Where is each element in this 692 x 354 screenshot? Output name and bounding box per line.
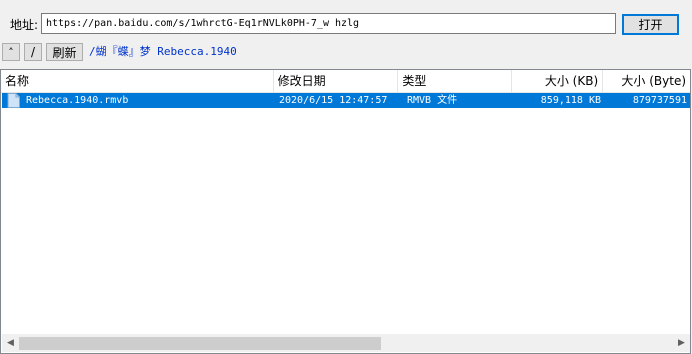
current-path[interactable]: /蝴『蝶』梦 Rebecca.1940 — [89, 43, 237, 61]
file-list[interactable]: 名称 修改日期 类型 大小 (KB) 大小 (Byte) Rebecca.194… — [0, 69, 691, 354]
refresh-button[interactable]: 刷新 — [46, 43, 83, 61]
column-header-size-kb[interactable]: 大小 (KB) — [512, 70, 604, 92]
file-type: RMVB 文件 — [407, 95, 458, 106]
url-input[interactable]: https://pan.baidu.com/s/1whrctG-Eq1rNVLk… — [41, 13, 616, 34]
column-header-modified[interactable]: 修改日期 — [274, 70, 399, 92]
column-header-size-byte[interactable]: 大小 (Byte) — [603, 70, 690, 92]
file-name: Rebecca.1940.rmvb — [26, 95, 129, 106]
table-row[interactable]: Rebecca.1940.rmvb 2020/6/15 12:47:57 RMV… — [2, 93, 690, 108]
file-modified: 2020/6/15 12:47:57 — [279, 95, 388, 106]
column-header-type[interactable]: 类型 — [398, 70, 513, 92]
root-button[interactable]: / — [24, 43, 42, 61]
file-size-kb: 859,118 KB — [540, 95, 601, 106]
file-list-header: 名称 修改日期 类型 大小 (KB) 大小 (Byte) — [1, 70, 690, 93]
file-size-byte: 879737591 — [632, 95, 687, 106]
scroll-right-icon[interactable]: ▶ — [673, 335, 690, 352]
horizontal-scrollbar[interactable]: ◀ ▶ — [2, 334, 690, 352]
scrollbar-thumb[interactable] — [19, 337, 381, 350]
address-label: 地址: — [10, 18, 39, 32]
column-header-name[interactable]: 名称 — [1, 70, 274, 92]
open-button[interactable]: 打开 — [622, 14, 679, 35]
up-button[interactable]: ˄ — [2, 43, 20, 61]
scroll-left-icon[interactable]: ◀ — [2, 335, 19, 352]
